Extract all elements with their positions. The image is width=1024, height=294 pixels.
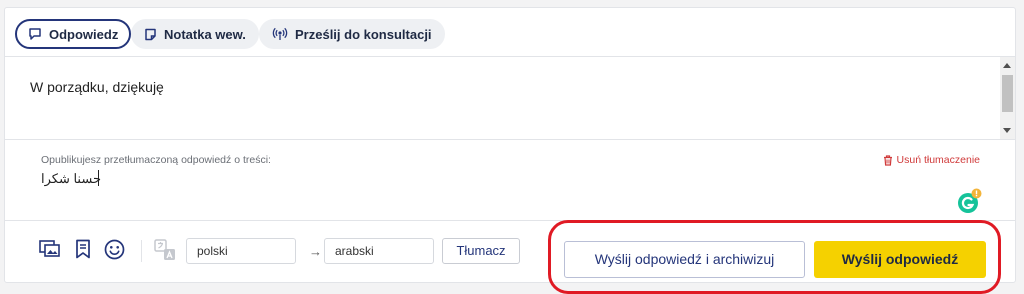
reply-editor[interactable]: W porządku, dziękuję [5,56,1015,140]
remove-translation-label: Usuń tłumaczenie [896,154,980,166]
arrow-right-icon: → [309,244,322,259]
scroll-down-icon[interactable] [1003,128,1011,133]
send-and-archive-button[interactable]: Wyślij odpowiedź i archiwizuj [564,241,805,278]
send-reply-button[interactable]: Wyślij odpowiedź [814,241,986,278]
tab-internal-note-label: Notatka wew. [164,26,246,42]
note-icon [145,28,156,40]
translated-text[interactable]: حسنا شكرا [41,171,101,187]
trash-icon [883,154,892,166]
target-language-input[interactable]: arabski [324,238,434,264]
tab-reply[interactable]: Odpowiedz [15,19,132,49]
emoji-icon[interactable] [104,239,125,260]
toolbar-separator [141,240,142,262]
scroll-thumb[interactable] [1002,75,1013,112]
reply-text: W porządku, dziękuję [30,79,164,95]
editor-scrollbar[interactable] [1000,57,1015,139]
translate-button[interactable]: Tłumacz [442,238,520,264]
scroll-up-icon[interactable] [1003,63,1011,68]
tab-internal-note[interactable]: Notatka wew. [131,19,259,49]
translate-icon [154,239,175,260]
remove-translation-link[interactable]: Usuń tłumaczenie [883,154,980,166]
text-caret [98,170,99,186]
bookmark-icon[interactable] [75,239,91,259]
broadcast-icon [272,27,288,40]
tab-consultation[interactable]: Prześlij do konsultacji [259,19,445,49]
grammarly-icon[interactable] [956,188,982,214]
tab-consultation-label: Prześlij do konsultacji [295,26,432,42]
reply-panel: Odpowiedz Notatka wew. Prześlij do konsu… [4,7,1016,294]
source-language-input[interactable]: polski [186,238,296,264]
tab-reply-label: Odpowiedz [49,26,119,42]
image-icon[interactable] [39,239,61,259]
chat-bubble-icon [29,28,41,40]
translation-label: Opublikujesz przetłumaczoną odpowiedź o … [41,154,271,166]
